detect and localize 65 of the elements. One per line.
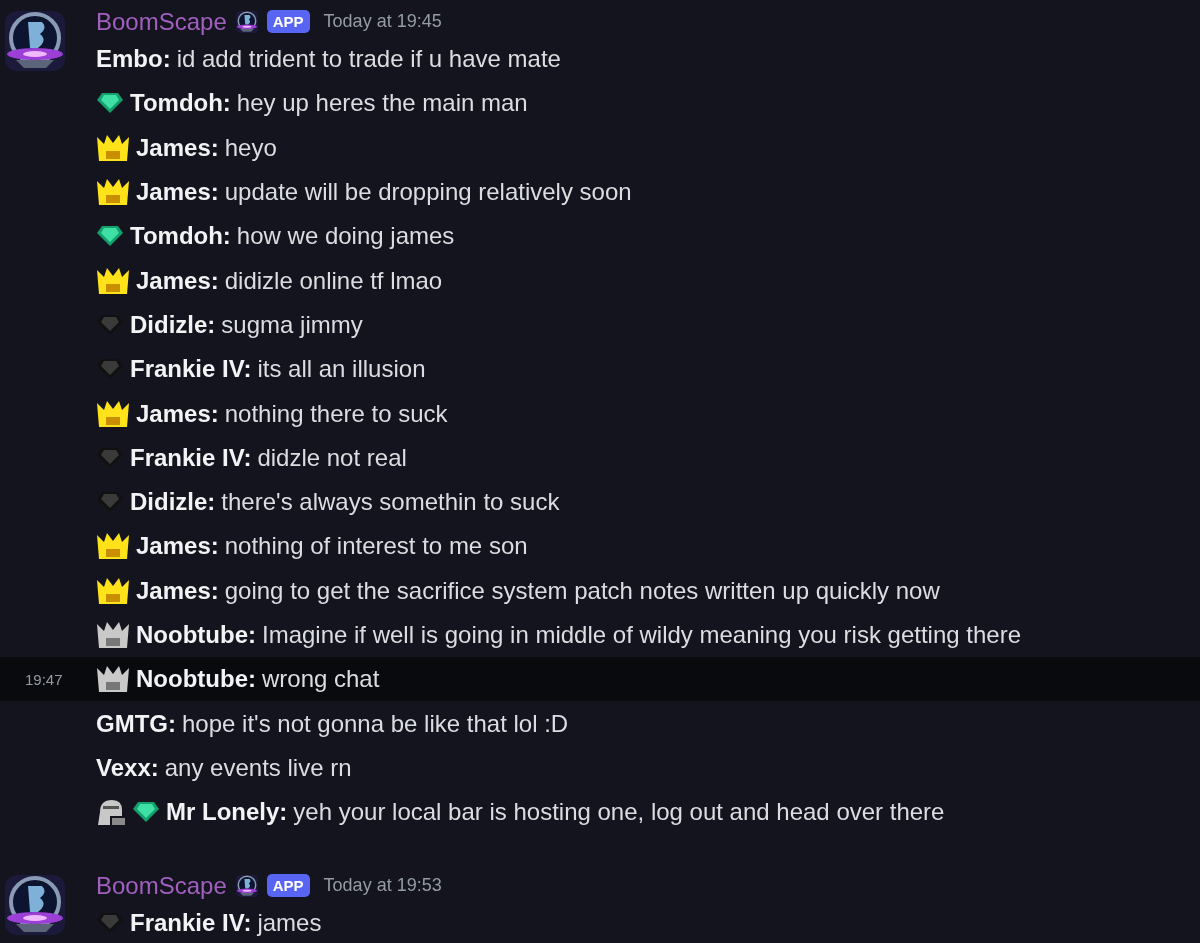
message-text: heyo (224, 133, 277, 162)
message-text: nothing there to suck (224, 399, 448, 428)
gem-icon (96, 358, 124, 381)
message-text: Imagine if well is going in middle of wildy meaning you risk getting there (261, 621, 1021, 649)
author-name[interactable]: BoomScape (96, 871, 227, 900)
gem-icon (96, 912, 124, 935)
username: Vexx: (96, 753, 159, 782)
message-text: yeh your local bar is hosting one, log out and head over there (293, 798, 945, 827)
username: GMTG: (96, 709, 176, 738)
gem-icon (96, 313, 124, 336)
username: Frankie IV: (130, 909, 252, 938)
gem-icon (132, 801, 160, 824)
message-text: id add trident to trade if u have mate (176, 45, 561, 74)
username: James: (136, 532, 219, 561)
username: James: (136, 399, 219, 428)
message-text: nothing of interest to me son (224, 532, 528, 561)
crown-icon (96, 399, 130, 428)
emblem-icon (234, 9, 259, 34)
helmet-icon (96, 798, 126, 827)
username: James: (136, 133, 219, 162)
message-text: wrong chat (261, 665, 380, 694)
gem-icon (96, 446, 124, 469)
crown-icon (96, 576, 130, 605)
username: Embo: (96, 45, 171, 74)
username: Mr Lonely: (166, 798, 288, 827)
message-text: any events live rn (164, 753, 352, 782)
crown-icon (96, 665, 130, 694)
gem-icon (96, 225, 124, 248)
crown-icon (96, 266, 130, 295)
app-tag: APP (266, 874, 310, 898)
username: Didizle: (130, 310, 216, 339)
message-text: hope it's not gonna be like that lol :D (182, 709, 569, 738)
timestamp: Today at 19:45 (323, 11, 442, 32)
username: Didizle: (130, 488, 216, 517)
gem-icon (96, 491, 124, 514)
username: Tomdoh: (130, 89, 231, 118)
gem-icon (96, 92, 124, 115)
message-text: there's always somethin to suck (221, 488, 560, 517)
message-text: how we doing james (236, 222, 455, 251)
username: Noobtube: (136, 665, 256, 694)
message-text: update will be dropping relatively soon (224, 178, 632, 207)
avatar-icon (2, 8, 68, 74)
message-text: sugma jimmy (221, 310, 363, 339)
message-text: going to get the sacrifice system patch notes written up quickly now (224, 576, 940, 605)
message-text: its all an illusion (257, 355, 426, 384)
crown-icon (96, 178, 130, 207)
message-text: hey up heres the main man (236, 89, 528, 118)
crown-icon (96, 621, 130, 649)
crown-icon (96, 133, 130, 162)
app-tag: APP (266, 10, 310, 33)
timestamp: 19:47 (25, 670, 63, 688)
username: Tomdoh: (130, 222, 231, 251)
username: James: (136, 576, 219, 605)
emblem-icon (234, 873, 259, 898)
username: Noobtube: (136, 621, 256, 649)
username: Frankie IV: (130, 443, 252, 472)
timestamp: Today at 19:53 (323, 875, 442, 897)
message-text: james (257, 909, 322, 938)
author-name[interactable]: BoomScape (96, 7, 227, 36)
username: James: (136, 178, 219, 207)
crown-icon (96, 532, 130, 561)
username: James: (136, 266, 219, 295)
message-text: didzle not real (257, 443, 407, 472)
message-text: didizle online tf lmao (224, 266, 443, 295)
username: Frankie IV: (130, 355, 252, 384)
